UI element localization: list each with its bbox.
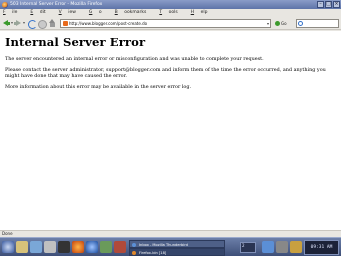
stop-icon[interactable] [37,19,47,29]
window-title: 503 Internal Server Error - Mozilla Fire… [10,2,103,7]
menu-view[interactable]: View [59,9,83,17]
firefox-icon [2,1,8,8]
file-manager-icon[interactable] [16,241,28,253]
home-icon[interactable] [48,19,57,28]
clipboard-tray-icon[interactable] [290,241,302,253]
desktop-pager[interactable]: 2 [240,242,256,253]
start-menu-icon[interactable] [2,241,14,253]
status-bar: Done [0,230,341,237]
back-arrow-icon[interactable] [2,19,11,28]
browser-window: 503 Internal Server Error - Mozilla Fire… [0,0,341,237]
taskbar: Inbox - Mozilla Thunderbird Firefox-bin … [0,237,341,256]
forward-history-chevron-icon[interactable] [22,22,25,24]
url-dropdown-icon[interactable] [267,22,269,25]
clock-time: 09:31 AM [310,245,333,250]
title-bar[interactable]: 503 Internal Server Error - Mozilla Fire… [0,0,341,9]
task-thunderbird[interactable]: Inbox - Mozilla Thunderbird [129,240,225,248]
search-input[interactable] [296,19,339,28]
menu-bookmarks[interactable]: Bookmarks [115,9,153,17]
url-text: http://www.blogger.com/post-create.do [69,21,148,26]
network-tray-icon[interactable] [262,241,274,253]
reload-icon[interactable] [27,19,37,29]
firefox-launcher-icon[interactable] [72,241,84,253]
url-bar[interactable]: http://www.blogger.com/post-create.do [60,19,271,28]
maximize-button[interactable]: □ [325,1,332,8]
task-firefox[interactable]: Firefox-bin [18] [129,248,225,256]
menu-go[interactable]: Go [89,9,108,17]
status-text: Done [2,231,13,236]
menu-file[interactable]: File [3,9,24,17]
error-paragraph-2: Please contact the server administrator,… [5,67,326,79]
error-paragraph-3: More information about this error may be… [5,84,192,90]
google-search-icon[interactable] [298,21,303,26]
task-label: Firefox-bin [18] [139,251,167,255]
home-folder-icon[interactable] [44,241,56,253]
menu-help[interactable]: Help [191,9,214,17]
minimize-button[interactable]: – [317,1,324,8]
volume-tray-icon[interactable] [276,241,288,253]
terminal-icon[interactable] [30,241,42,253]
error-paragraph-1: The server encountered an internal error… [5,56,264,62]
navigation-toolbar: http://www.blogger.com/post-create.do Go [0,17,341,30]
go-label: Go [281,21,287,26]
monitor-icon[interactable] [58,241,70,253]
window-controls: – □ × [317,1,340,8]
thunderbird-launcher-icon[interactable] [86,241,98,253]
site-favicon-icon [62,21,68,26]
messenger-icon[interactable] [100,241,112,253]
forward-arrow-icon[interactable] [13,19,22,28]
menu-tools[interactable]: Tools [159,9,184,17]
go-button[interactable]: Go [275,19,287,28]
close-button[interactable]: × [333,1,340,8]
menu-bar: File Edit View Go Bookmarks Tools Help [0,9,341,17]
page-heading: Internal Server Error [5,35,146,49]
page-content: Internal Server Error The server encount… [0,31,341,230]
task-label: Inbox - Mozilla Thunderbird [139,243,188,247]
clock[interactable]: 09:31 AM [304,240,339,255]
media-player-icon[interactable] [114,241,126,253]
pager-number: 2 [242,243,245,248]
menu-edit[interactable]: Edit [30,9,52,17]
